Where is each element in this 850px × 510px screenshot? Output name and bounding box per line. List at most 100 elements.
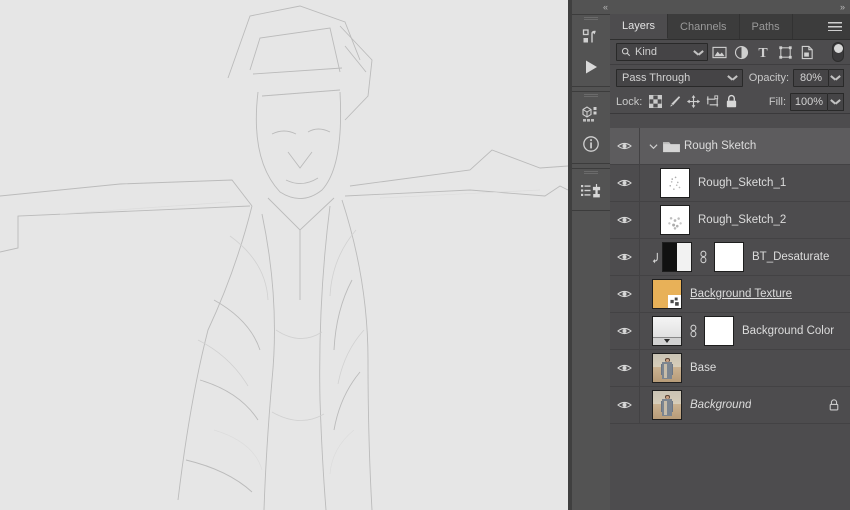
info-icon[interactable]: [572, 129, 610, 159]
layer-thumbnail[interactable]: [652, 353, 682, 383]
rail-grip[interactable]: [572, 169, 610, 176]
layer-row-background-color[interactable]: Background Color: [610, 313, 850, 350]
type-filter-icon[interactable]: T: [752, 41, 774, 63]
rail-grip[interactable]: [572, 92, 610, 99]
tab-layers[interactable]: Layers: [610, 14, 669, 39]
layer-row-rough-sketch-2[interactable]: Rough_Sketch_2: [610, 202, 850, 239]
eye-icon: [617, 327, 632, 335]
layer-name: Background: [690, 399, 752, 411]
panel-tab-strip: Layers Channels Paths: [610, 14, 850, 40]
layer-visibility-toggle[interactable]: [610, 128, 640, 164]
layer-visibility-toggle[interactable]: [610, 276, 640, 312]
layer-thumbnail[interactable]: [660, 168, 690, 198]
photoshop-window: « » Layers Channels Paths Kind T Pass Th…: [0, 0, 850, 510]
shape-filter-icon[interactable]: [774, 41, 796, 63]
folder-icon: [660, 139, 682, 154]
opacity-input[interactable]: 80%: [793, 68, 829, 87]
layer-visibility-toggle[interactable]: [610, 350, 640, 386]
actions-icon[interactable]: [572, 22, 610, 52]
lock-position-icon[interactable]: [684, 92, 703, 111]
chevron-down-icon: [831, 97, 840, 106]
lock-transparent-pixels-icon[interactable]: [646, 92, 665, 111]
layer-thumbnail[interactable]: [652, 316, 682, 346]
layer-row-rough-sketch[interactable]: Rough Sketch: [610, 128, 850, 165]
clone-source-icon[interactable]: [572, 176, 610, 206]
eye-icon: [617, 401, 632, 409]
chevron-down-icon: [831, 73, 840, 82]
layer-mask-thumbnail[interactable]: [704, 316, 734, 346]
lock-label: Lock:: [616, 95, 643, 108]
panel-collapse-arrows[interactable]: »: [840, 2, 845, 12]
lock-row: Lock: Fill: 100%: [610, 90, 850, 114]
eye-icon: [617, 364, 632, 372]
tab-channels[interactable]: Channels: [668, 14, 740, 39]
adjustment-filter-icon[interactable]: [730, 41, 752, 63]
layer-visibility-toggle[interactable]: [610, 387, 640, 423]
layer-row-bt-desaturate[interactable]: BT_Desaturate: [610, 239, 850, 276]
lock-all-icon[interactable]: [722, 92, 741, 111]
link-icon[interactable]: [686, 324, 700, 338]
layer-name: Background Texture: [690, 288, 793, 300]
tab-paths[interactable]: Paths: [740, 14, 793, 39]
fill-stepper[interactable]: [828, 92, 844, 111]
layer-locked-icon: [828, 398, 840, 412]
canvas-area[interactable]: [0, 0, 568, 510]
smart-object-filter-icon[interactable]: [796, 41, 818, 63]
clipping-mask-icon: [648, 251, 662, 264]
sketch-artwork: [0, 0, 568, 510]
layer-visibility-toggle[interactable]: [610, 239, 640, 275]
layer-filter-row: Kind T: [610, 40, 850, 65]
layer-row-base[interactable]: Base: [610, 350, 850, 387]
chevron-down-icon: [694, 48, 703, 57]
layer-list[interactable]: Rough Sketch Rough_Sketch_1 Rough_Sketch…: [610, 128, 850, 510]
panel-collapse-bar[interactable]: »: [610, 0, 850, 14]
blend-mode-select[interactable]: Pass Through: [616, 68, 743, 87]
layer-name: Base: [690, 362, 717, 374]
layer-row-rough-sketch-1[interactable]: Rough_Sketch_1: [610, 165, 850, 202]
fill-label: Fill:: [768, 95, 786, 108]
layer-visibility-toggle[interactable]: [610, 313, 640, 349]
fill-input[interactable]: 100%: [790, 92, 828, 111]
search-icon: [621, 47, 631, 57]
rail-collapse-arrows[interactable]: «: [572, 0, 610, 14]
layer-thumbnail[interactable]: [660, 205, 690, 235]
chevron-down-icon: [728, 73, 737, 82]
play-icon[interactable]: [572, 52, 610, 82]
icon-rail: «: [572, 0, 611, 510]
rail-grip[interactable]: [572, 15, 610, 22]
layer-visibility-toggle[interactable]: [610, 165, 640, 201]
layer-thumbnail[interactable]: [652, 390, 682, 420]
eye-icon: [617, 253, 632, 261]
lock-artboard-nesting-icon[interactable]: [703, 92, 722, 111]
layer-thumbnail[interactable]: [652, 279, 682, 309]
eye-icon: [617, 216, 632, 224]
pixel-filter-icon[interactable]: [708, 41, 730, 63]
panel-menu-icon[interactable]: [820, 14, 850, 39]
eye-icon: [617, 179, 632, 187]
opacity-stepper[interactable]: [828, 68, 844, 87]
rail-group-libraries: [572, 91, 610, 164]
layer-name: Background Color: [742, 325, 835, 337]
layer-name: Rough Sketch: [684, 140, 757, 152]
filter-kind-select[interactable]: Kind: [616, 43, 708, 61]
smart-object-badge-icon: [668, 295, 681, 308]
blend-mode-row: Pass Through Opacity: 80%: [610, 65, 850, 90]
link-icon[interactable]: [696, 250, 710, 264]
libraries-icon[interactable]: [572, 99, 610, 129]
opacity-label: Opacity:: [748, 71, 790, 84]
group-disclosure-icon[interactable]: [646, 143, 660, 150]
layer-name: Rough_Sketch_2: [698, 214, 787, 226]
layer-name: BT_Desaturate: [752, 251, 830, 263]
filter-enable-toggle[interactable]: [832, 42, 844, 62]
layers-panel: » Layers Channels Paths Kind T Pass Thro…: [610, 0, 850, 510]
lock-image-pixels-icon[interactable]: [665, 92, 684, 111]
layer-visibility-toggle[interactable]: [610, 202, 640, 238]
eye-icon: [617, 290, 632, 298]
layer-row-background[interactable]: Background: [610, 387, 850, 424]
filter-kind-label: Kind: [635, 46, 658, 58]
layer-thumbnail[interactable]: [662, 242, 692, 272]
layer-row-background-texture[interactable]: Background Texture: [610, 276, 850, 313]
layer-mask-thumbnail[interactable]: [714, 242, 744, 272]
rail-group-actions: [572, 14, 610, 87]
layer-name: Rough_Sketch_1: [698, 177, 787, 189]
